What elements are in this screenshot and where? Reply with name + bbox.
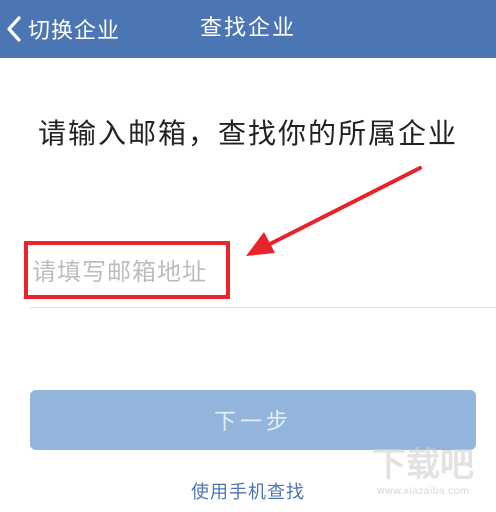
find-by-phone-link[interactable]: 使用手机查找: [0, 478, 496, 504]
input-underline: [30, 307, 496, 308]
instruction-heading: 请输入邮箱，查找你的所属企业: [37, 117, 458, 150]
next-step-button[interactable]: 下一步: [30, 390, 476, 450]
find-enterprise-screen: 切换企业 查找企业 请输入邮箱，查找你的所属企业 下一步 使用手机查找 下载吧 …: [0, 0, 496, 512]
page-title: 查找企业: [199, 16, 296, 41]
navigation-bar: 切换企业 查找企业: [0, 0, 496, 58]
email-input[interactable]: [30, 248, 462, 296]
